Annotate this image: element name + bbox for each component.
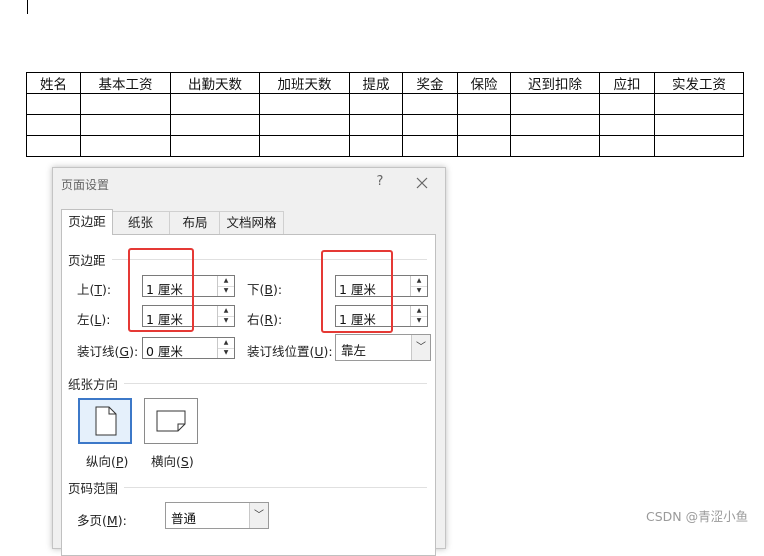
table-cell[interactable] — [26, 93, 81, 115]
table-cell[interactable] — [510, 135, 600, 157]
chevron-down-icon[interactable]: ﹀ — [249, 503, 268, 528]
landscape-page-icon — [156, 410, 186, 432]
highlight-box-right — [321, 250, 393, 333]
table-cell[interactable] — [259, 135, 350, 157]
portrait-label[interactable]: 纵向(P) — [86, 451, 128, 470]
table-cell[interactable] — [349, 93, 403, 115]
watermark: CSDN @青涩小鱼 — [646, 509, 749, 524]
table-cell[interactable] — [654, 135, 744, 157]
close-icon — [416, 177, 428, 189]
table-cell[interactable] — [80, 114, 171, 136]
section-margins-title: 页边距 — [68, 253, 106, 268]
header-cell[interactable]: 实发工资 — [654, 72, 744, 94]
spinner-buttons: ▲ ▼ — [217, 338, 234, 358]
header-cell[interactable]: 出勤天数 — [170, 72, 260, 94]
table-header-row: 姓名 基本工资 出勤天数 加班天数 提成 奖金 保险 迟到扣除 应扣 实发工资 — [26, 72, 744, 94]
table-cell[interactable] — [402, 135, 458, 157]
gutter-position-label: 装订线位置(U): — [247, 344, 333, 359]
table-cell[interactable] — [259, 93, 350, 115]
gutter-position-select[interactable]: 靠左 ﹀ — [335, 334, 431, 361]
text-cursor — [27, 0, 28, 14]
tab-margins[interactable]: 页边距 — [61, 209, 113, 235]
dialog-title: 页面设置 — [61, 178, 110, 192]
tab-paper[interactable]: 纸张 — [111, 211, 170, 234]
portrait-button[interactable] — [78, 398, 132, 444]
table-cell[interactable] — [170, 93, 260, 115]
gutter-value: 0 厘米 — [146, 344, 183, 359]
section-divider — [124, 383, 427, 384]
close-button[interactable] — [413, 174, 431, 192]
portrait-page-icon — [95, 406, 117, 436]
table-cell[interactable] — [510, 93, 600, 115]
right-margin-label: 右(R): — [247, 312, 283, 327]
landscape-button[interactable] — [144, 398, 198, 444]
header-cell[interactable]: 基本工资 — [80, 72, 171, 94]
header-cell[interactable]: 姓名 — [26, 72, 81, 94]
table-cell[interactable] — [349, 135, 403, 157]
spin-down-icon[interactable]: ▼ — [218, 348, 234, 358]
table-row — [26, 114, 744, 136]
gutter-spinner[interactable]: 0 厘米 ▲ ▼ — [142, 337, 235, 359]
table-cell[interactable] — [26, 114, 81, 136]
section-orientation-title: 纸张方向 — [68, 377, 119, 392]
table-cell[interactable] — [402, 93, 458, 115]
spinner-buttons: ▲ ▼ — [410, 306, 427, 326]
left-margin-label: 左(L): — [77, 312, 111, 327]
table-cell[interactable] — [457, 114, 511, 136]
table-cell[interactable] — [599, 114, 655, 136]
spinner-buttons: ▲ ▼ — [217, 306, 234, 326]
multiple-pages-value: 普通 — [171, 511, 197, 526]
table-cell[interactable] — [599, 135, 655, 157]
table-cell[interactable] — [654, 93, 744, 115]
tab-layout[interactable]: 布局 — [169, 211, 221, 234]
table-cell[interactable] — [170, 114, 260, 136]
spin-down-icon[interactable]: ▼ — [218, 286, 234, 296]
header-cell[interactable]: 保险 — [457, 72, 511, 94]
spin-down-icon[interactable]: ▼ — [218, 316, 234, 326]
top-margin-label: 上(T): — [77, 282, 112, 297]
table-cell[interactable] — [170, 135, 260, 157]
help-button[interactable]: ? — [373, 174, 387, 189]
table-cell[interactable] — [510, 114, 600, 136]
header-cell[interactable]: 加班天数 — [259, 72, 350, 94]
tab-doc-grid[interactable]: 文档网格 — [219, 211, 284, 234]
header-cell[interactable]: 迟到扣除 — [510, 72, 600, 94]
spin-down-icon[interactable]: ▼ — [411, 316, 427, 326]
landscape-label[interactable]: 横向(S) — [151, 451, 194, 470]
header-cell[interactable]: 奖金 — [402, 72, 458, 94]
spinner-buttons: ▲ ▼ — [410, 276, 427, 296]
chevron-down-icon[interactable]: ﹀ — [411, 335, 430, 360]
spin-down-icon[interactable]: ▼ — [411, 286, 427, 296]
table-cell[interactable] — [402, 114, 458, 136]
header-cell[interactable]: 应扣 — [599, 72, 655, 94]
section-divider — [124, 487, 427, 488]
table-cell[interactable] — [80, 135, 171, 157]
table-row — [26, 93, 744, 115]
section-pages-title: 页码范围 — [68, 481, 119, 496]
table-cell[interactable] — [80, 93, 171, 115]
highlight-box-left — [128, 248, 194, 332]
table-row — [26, 135, 744, 157]
table-cell[interactable] — [599, 93, 655, 115]
table-cell[interactable] — [457, 135, 511, 157]
table-body: 姓名 基本工资 出勤天数 加班天数 提成 奖金 保险 迟到扣除 应扣 实发工资 — [26, 72, 744, 157]
multiple-pages-select[interactable]: 普通 ﹀ — [165, 502, 269, 529]
table-cell[interactable] — [259, 114, 350, 136]
table-cell[interactable] — [654, 114, 744, 136]
table-cell[interactable] — [26, 135, 81, 157]
table-cell[interactable] — [349, 114, 403, 136]
multiple-pages-label: 多页(M): — [77, 513, 127, 528]
gutter-label: 装订线(G): — [77, 344, 139, 359]
page-setup-dialog: 页面设置 ? 页边距 纸张 布局 文档网格 页边距 上(T): 1 厘米 ▲ ▼… — [52, 167, 446, 556]
header-cell[interactable]: 提成 — [349, 72, 403, 94]
salary-table: 姓名 基本工资 出勤天数 加班天数 提成 奖金 保险 迟到扣除 应扣 实发工资 — [26, 72, 744, 157]
table-cell[interactable] — [457, 93, 511, 115]
spinner-buttons: ▲ ▼ — [217, 276, 234, 296]
gutter-position-value: 靠左 — [341, 343, 367, 358]
bottom-margin-label: 下(B): — [247, 282, 283, 297]
